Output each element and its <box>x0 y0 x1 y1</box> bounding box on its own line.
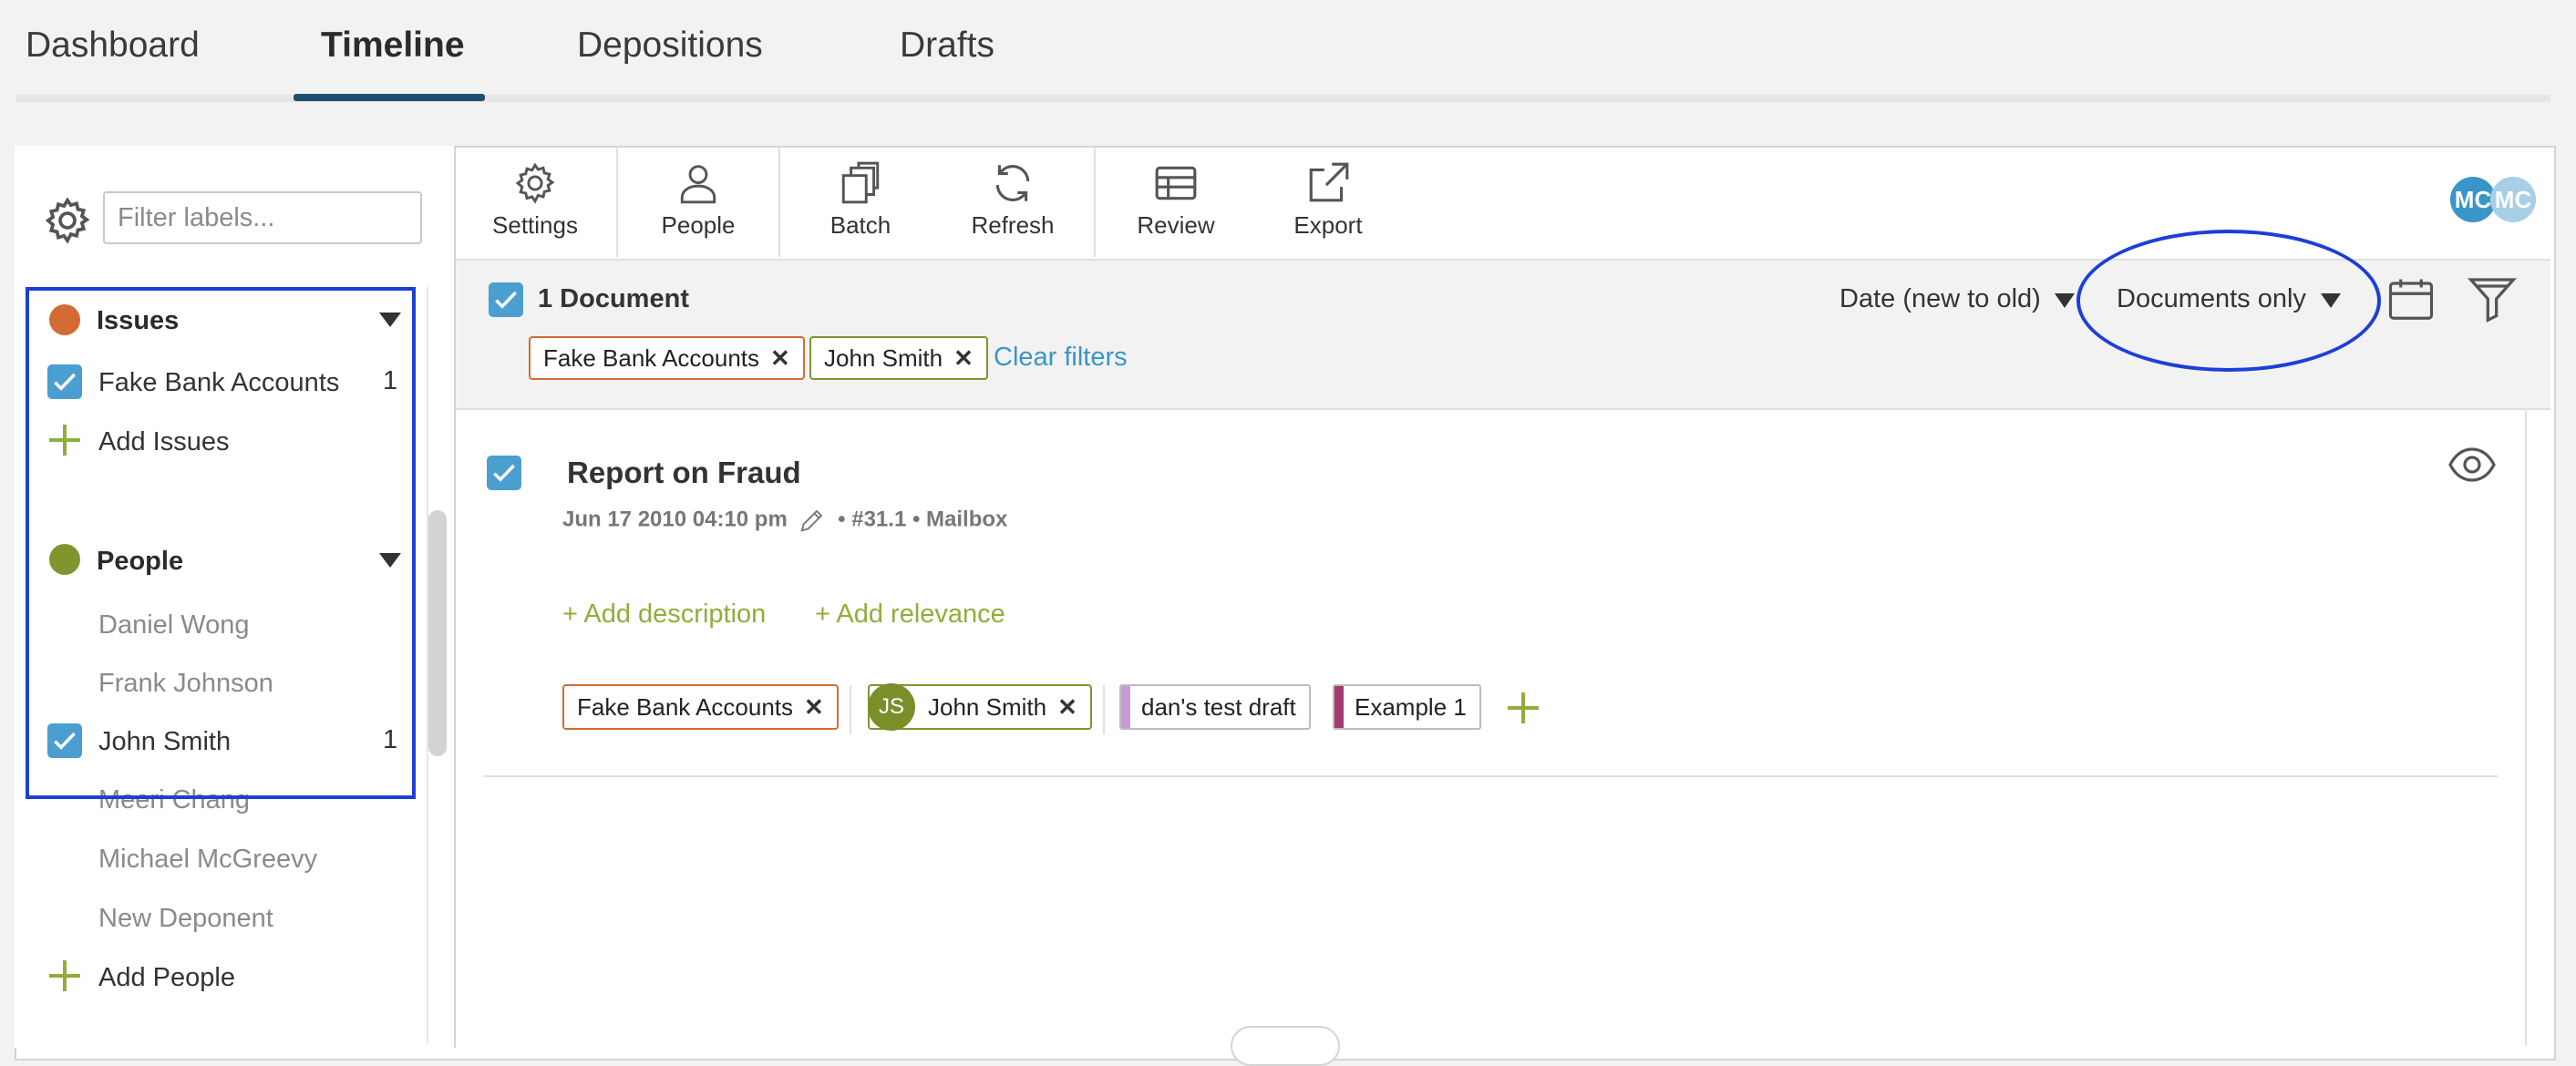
active-tab-indicator <box>294 94 485 101</box>
filter-chip-label: John Smith <box>824 344 943 372</box>
tab-drafts[interactable]: Drafts <box>900 26 994 66</box>
table-icon <box>1155 166 1197 200</box>
tab-dashboard[interactable]: Dashboard <box>26 26 200 66</box>
refresh-icon <box>995 165 1030 201</box>
annotation-highlight-box <box>26 287 416 799</box>
tag-divider <box>1103 685 1105 734</box>
document-meta: Jun 17 2010 04:10 pm • #31.1 • Mailbox <box>562 507 1007 534</box>
person-tag-label: John Smith <box>928 693 1047 721</box>
export-icon <box>1309 162 1349 202</box>
gear-icon <box>515 162 555 204</box>
filter-labels-input[interactable] <box>103 191 422 244</box>
export-label: Export <box>1293 211 1363 239</box>
people-label: People <box>661 211 736 239</box>
remove-filter-icon[interactable]: ✕ <box>953 344 974 372</box>
clear-filters-link[interactable]: Clear filters <box>994 343 1128 373</box>
avatar[interactable]: MC <box>2490 177 2536 222</box>
draft-color-bar <box>1334 686 1344 728</box>
batch-button[interactable]: Batch <box>780 148 941 257</box>
calendar-icon[interactable] <box>2386 275 2436 324</box>
document-title[interactable]: Report on Fraud <box>567 456 801 490</box>
refresh-label: Refresh <box>971 211 1055 239</box>
scroll-handle[interactable] <box>1231 1026 1340 1066</box>
eye-icon[interactable] <box>2448 446 2496 483</box>
settings-label: Settings <box>492 211 578 239</box>
active-filter-chip[interactable]: John Smith ✕ <box>809 336 988 380</box>
draft-color-bar <box>1121 686 1130 728</box>
person-icon <box>680 165 716 204</box>
issue-tag-label: Fake Bank Accounts <box>577 693 794 721</box>
draft-tag-label: dan's test draft <box>1141 693 1296 721</box>
sidebar-scrollbar[interactable] <box>428 510 447 756</box>
check-icon <box>495 291 517 309</box>
draft-tag-chip[interactable]: dan's test draft <box>1119 684 1311 730</box>
add-people-button[interactable]: Add People <box>98 963 235 993</box>
sort-dropdown[interactable]: Date (new to old) <box>1839 284 2041 314</box>
active-filter-chip[interactable]: Fake Bank Accounts ✕ <box>529 336 805 380</box>
document-source: • #31.1 • Mailbox <box>838 507 1008 532</box>
copy-icon <box>841 161 880 204</box>
list-scroll-track <box>2525 408 2527 1046</box>
annotation-highlight-ellipse <box>2076 230 2381 372</box>
document-date: Jun 17 2010 04:10 pm <box>562 507 788 532</box>
review-label: Review <box>1137 211 1215 239</box>
issue-tag-chip[interactable]: Fake Bank Accounts ✕ <box>562 684 839 730</box>
sidebar-item-michael-mcgreevy[interactable]: Michael McGreevy <box>98 845 317 875</box>
plus-icon[interactable] <box>49 960 80 991</box>
batch-label: Batch <box>829 211 891 239</box>
refresh-button[interactable]: Refresh <box>935 148 1090 257</box>
pencil-icon[interactable] <box>799 507 826 534</box>
tag-divider <box>850 685 851 734</box>
remove-tag-icon[interactable]: ✕ <box>1057 693 1077 721</box>
document-count: 1 Document <box>538 284 689 313</box>
avatar: JS <box>868 683 915 731</box>
top-navigation: Dashboard Timeline Depositions Drafts <box>0 0 2576 102</box>
remove-tag-icon[interactable]: ✕ <box>804 693 824 721</box>
check-icon <box>493 464 515 482</box>
people-button[interactable]: People <box>618 148 778 257</box>
draft-tag-label: Example 1 <box>1355 693 1467 721</box>
add-description-link[interactable]: + Add description <box>562 600 766 630</box>
review-button[interactable]: Review <box>1096 148 1256 257</box>
document-divider <box>483 775 2498 777</box>
document-checkbox[interactable] <box>487 456 521 490</box>
filter-icon[interactable] <box>2467 273 2518 324</box>
filter-chip-label: Fake Bank Accounts <box>543 344 760 372</box>
gear-icon[interactable] <box>42 195 93 246</box>
select-all-checkbox[interactable] <box>489 282 523 317</box>
tab-depositions[interactable]: Depositions <box>577 26 763 66</box>
add-relevance-link[interactable]: + Add relevance <box>815 600 1005 630</box>
avatar[interactable]: MC <box>2450 177 2496 222</box>
draft-tag-chip[interactable]: Example 1 <box>1333 684 1481 730</box>
settings-button[interactable]: Settings <box>456 148 614 257</box>
tab-timeline[interactable]: Timeline <box>321 26 465 66</box>
export-button[interactable]: Export <box>1251 148 1406 257</box>
add-tag-icon[interactable] <box>1508 692 1539 723</box>
sidebar-item-new-deponent[interactable]: New Deponent <box>98 904 273 934</box>
chevron-down-icon[interactable] <box>2055 293 2075 308</box>
remove-filter-icon[interactable]: ✕ <box>770 344 790 372</box>
